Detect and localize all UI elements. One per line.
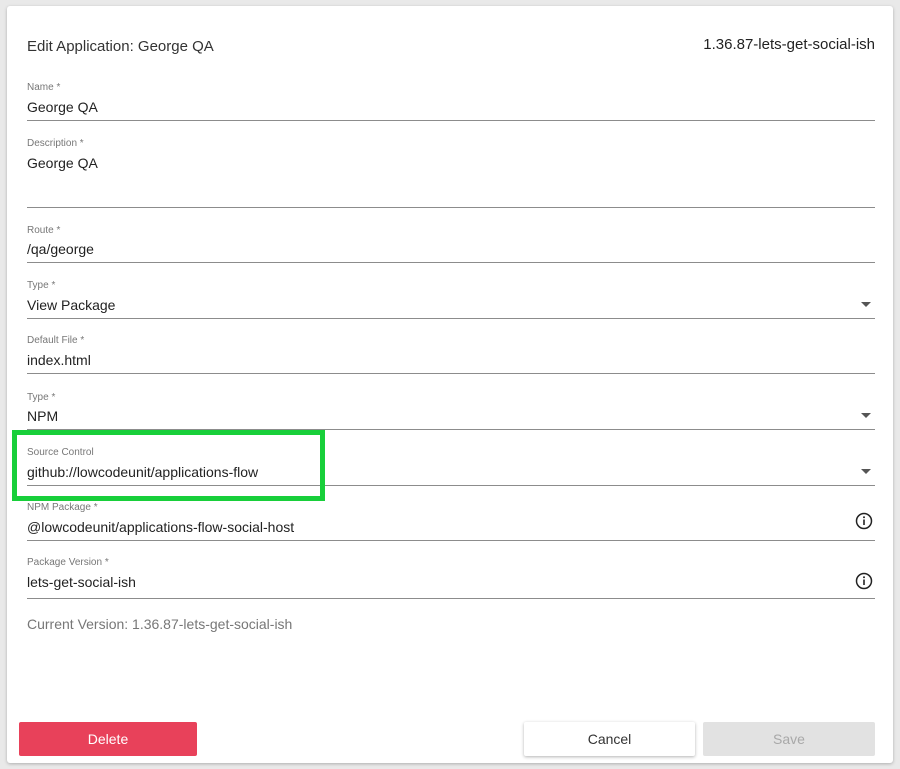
package-version-label: Package Version *	[27, 557, 109, 568]
npm-package-label: NPM Package *	[27, 502, 98, 513]
route-field[interactable]: Route * /qa/george	[27, 225, 875, 263]
save-button[interactable]: Save	[703, 722, 875, 756]
default-file-label: Default File *	[27, 335, 85, 346]
chevron-down-icon[interactable]	[861, 469, 871, 474]
app-version: 1.36.87-lets-get-social-ish	[703, 36, 875, 53]
npm-package-input[interactable]: @lowcodeunit/applications-flow-social-ho…	[27, 519, 294, 535]
description-label: Description *	[27, 138, 84, 149]
name-field[interactable]: Name * George QA	[27, 82, 875, 121]
cancel-button[interactable]: Cancel	[524, 722, 695, 756]
description-field[interactable]: Description * George QA	[27, 138, 875, 208]
type-value: View Package	[27, 297, 116, 313]
page-title: Edit Application: George QA	[27, 38, 214, 55]
package-type-select[interactable]: Type * NPM	[27, 392, 875, 430]
route-label: Route *	[27, 225, 61, 236]
type-select[interactable]: Type * View Package	[27, 280, 875, 319]
current-version-text: Current Version: 1.36.87-lets-get-social…	[27, 616, 293, 632]
package-type-label: Type *	[27, 392, 56, 403]
package-version-field[interactable]: Package Version * lets-get-social-ish	[27, 557, 875, 599]
default-file-input[interactable]: index.html	[27, 352, 91, 368]
info-icon[interactable]	[855, 572, 873, 590]
package-type-value: NPM	[27, 408, 59, 424]
chevron-down-icon[interactable]	[861, 302, 871, 307]
highlight-box	[12, 430, 325, 501]
default-file-field[interactable]: Default File * index.html	[27, 335, 875, 374]
type-label: Type *	[27, 280, 56, 291]
route-input[interactable]: /qa/george	[27, 241, 94, 257]
name-input[interactable]: George QA	[27, 99, 98, 115]
package-version-input[interactable]: lets-get-social-ish	[27, 574, 136, 590]
info-icon[interactable]	[855, 512, 873, 530]
description-textarea[interactable]: George QA	[27, 155, 98, 171]
npm-package-field[interactable]: NPM Package * @lowcodeunit/applications-…	[27, 502, 875, 541]
delete-button[interactable]: Delete	[19, 722, 197, 756]
chevron-down-icon[interactable]	[861, 413, 871, 418]
name-label: Name *	[27, 82, 61, 93]
